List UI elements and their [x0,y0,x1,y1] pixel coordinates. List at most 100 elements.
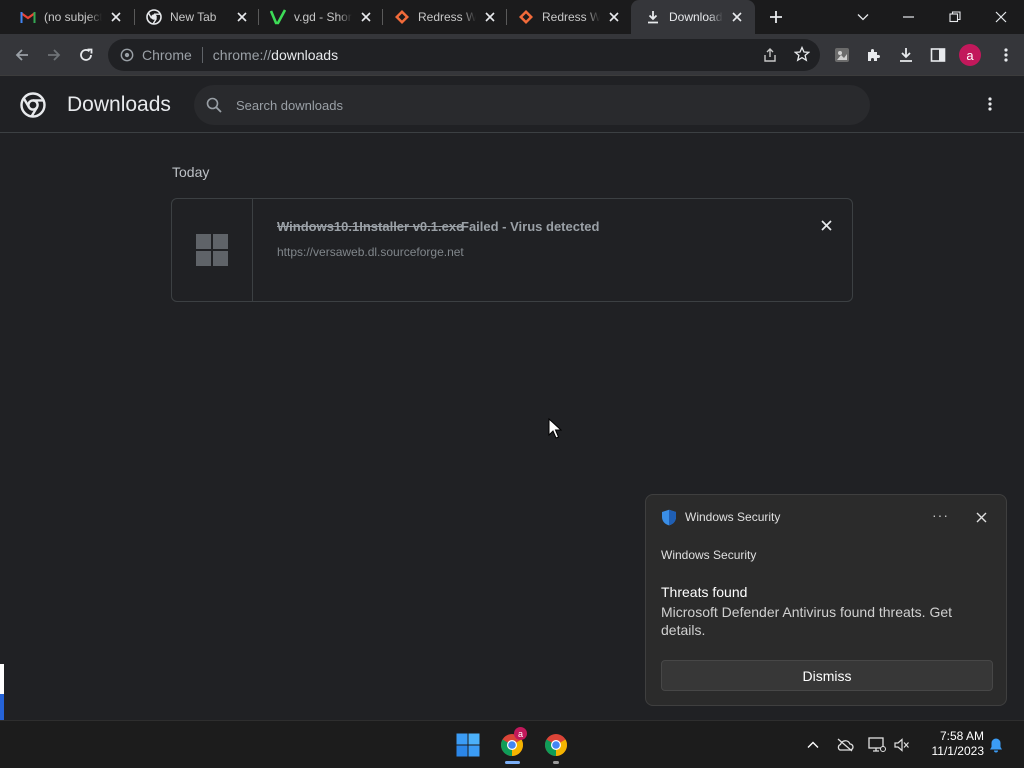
remove-download-button[interactable] [818,217,834,233]
tab-redress-1[interactable]: Redress Web [374,0,508,34]
tab-gmail[interactable]: (no subject) [0,0,134,34]
dismiss-button[interactable]: Dismiss [661,660,993,691]
download-status: Failed - Virus detected [461,219,600,234]
taskbar-chrome-profile[interactable]: a [498,727,527,759]
clock-time: 7:58 AM [939,729,984,743]
chrome-menu-button[interactable] [994,43,1018,67]
tab-new-tab[interactable]: New Tab [126,0,260,34]
chrome-icon [120,48,134,62]
download-item: Windows10.1Installer v0.1.exe Failed - V… [171,198,853,302]
tab-title: Redress Web [418,10,476,24]
gmail-icon [20,9,36,25]
start-button[interactable] [454,731,482,759]
extension-app-icon [835,48,849,62]
tab-strip: (no subject) New Tab v.gd - Shorten Redr… [0,0,1024,34]
bookmark-star-icon[interactable] [793,45,811,65]
close-tab-icon[interactable] [234,9,250,25]
downloads-button[interactable] [894,43,918,67]
side-panel-button[interactable] [926,43,950,67]
taskbar-chrome[interactable] [542,731,570,759]
address-bar[interactable]: Chrome chrome://downloads [108,39,820,71]
windows-security-notification: Windows Security ··· Windows Security Th… [645,494,1007,706]
url-host: chrome:// [212,47,272,63]
reload-button[interactable] [74,43,98,67]
volume-button[interactable] [892,731,912,759]
browser-toolbar: Chrome chrome://downloads a [0,34,1024,76]
tab-title: Downloads [669,10,723,24]
network-button[interactable] [866,731,888,759]
restore-button[interactable] [932,0,978,34]
windows-start-icon [456,733,480,757]
show-hidden-icons-button[interactable] [804,731,822,759]
download-file-name[interactable]: Windows10.1Installer v0.1.exe [277,219,463,234]
notification-source: Windows Security [685,510,781,524]
clock-date: 11/1/2023 [931,744,985,758]
tab-vgd[interactable]: v.gd - Shorten [250,0,384,34]
close-icon [995,11,1007,23]
search-icon [206,97,222,113]
download-icon [900,48,912,62]
running-app-indicator [553,761,559,764]
tab-title: Redress Web [542,10,600,24]
origin-chip-label: Chrome [142,47,192,63]
close-icon [976,512,986,522]
system-clock[interactable]: 7:58 AM 11/1/2023 [920,729,985,759]
minimize-icon [903,16,914,18]
notification-close-button[interactable] [974,510,988,524]
more-vertical-icon [988,97,992,111]
mouse-cursor-icon [548,417,563,445]
close-icon [820,219,832,231]
redress-icon [518,9,534,25]
chrome-icon [146,9,162,25]
tab-redress-2[interactable]: Redress Web [498,0,632,34]
back-button[interactable] [10,43,34,67]
tab-title: New Tab [170,10,228,24]
tab-search-button[interactable] [840,0,886,34]
notification-more-icon[interactable]: ··· [932,507,949,523]
windows-taskbar: a 7:58 AM 11/1/2023 [0,720,1024,768]
downloads-header: Downloads [0,77,1024,133]
close-tab-icon[interactable] [729,9,745,25]
profile-avatar[interactable]: a [959,44,981,66]
restore-icon [949,11,961,23]
omnibox-divider [201,47,203,63]
speaker-muted-icon [894,738,909,752]
notification-app-name: Windows Security [661,548,757,562]
extensions-button[interactable] [862,43,886,67]
download-icon [645,9,661,25]
puzzle-icon [868,49,880,61]
windows-file-icon [196,234,228,266]
arrow-left-icon [15,49,28,61]
chevron-down-icon [857,14,869,21]
close-tab-icon[interactable] [358,9,374,25]
cloud-offline-icon [837,738,854,752]
chrome-profile-badge: a [514,727,527,740]
url-path: downloads [271,47,339,63]
close-tab-icon[interactable] [108,9,124,25]
notifications-button[interactable] [986,731,1006,759]
notification-body[interactable]: Microsoft Defender Antivirus found threa… [661,603,981,639]
chrome-logo-icon [20,92,46,118]
tab-downloads[interactable]: Downloads [631,0,755,34]
close-window-button[interactable] [978,0,1024,34]
chevron-up-icon [807,741,819,748]
tab-title: v.gd - Shorten [294,10,352,24]
onedrive-button[interactable] [834,731,856,759]
arrow-right-icon [48,49,61,61]
close-tab-icon[interactable] [606,9,622,25]
active-app-indicator [505,761,520,764]
new-tab-button[interactable] [766,7,786,27]
tab-title: (no subject) [44,10,102,24]
close-tab-icon[interactable] [482,9,498,25]
minimize-button[interactable] [886,0,932,34]
search-box[interactable] [194,85,870,125]
download-source-url[interactable]: https://versaweb.dl.sourceforge.net [277,245,464,259]
share-icon[interactable] [762,47,778,66]
search-input[interactable] [236,97,836,113]
network-monitor-icon [868,737,886,752]
downloads-menu-button[interactable] [980,94,1000,114]
extension-button[interactable] [830,43,854,67]
defender-shield-icon [661,509,677,531]
forward-button[interactable] [42,43,66,67]
side-panel-icon [930,48,946,62]
